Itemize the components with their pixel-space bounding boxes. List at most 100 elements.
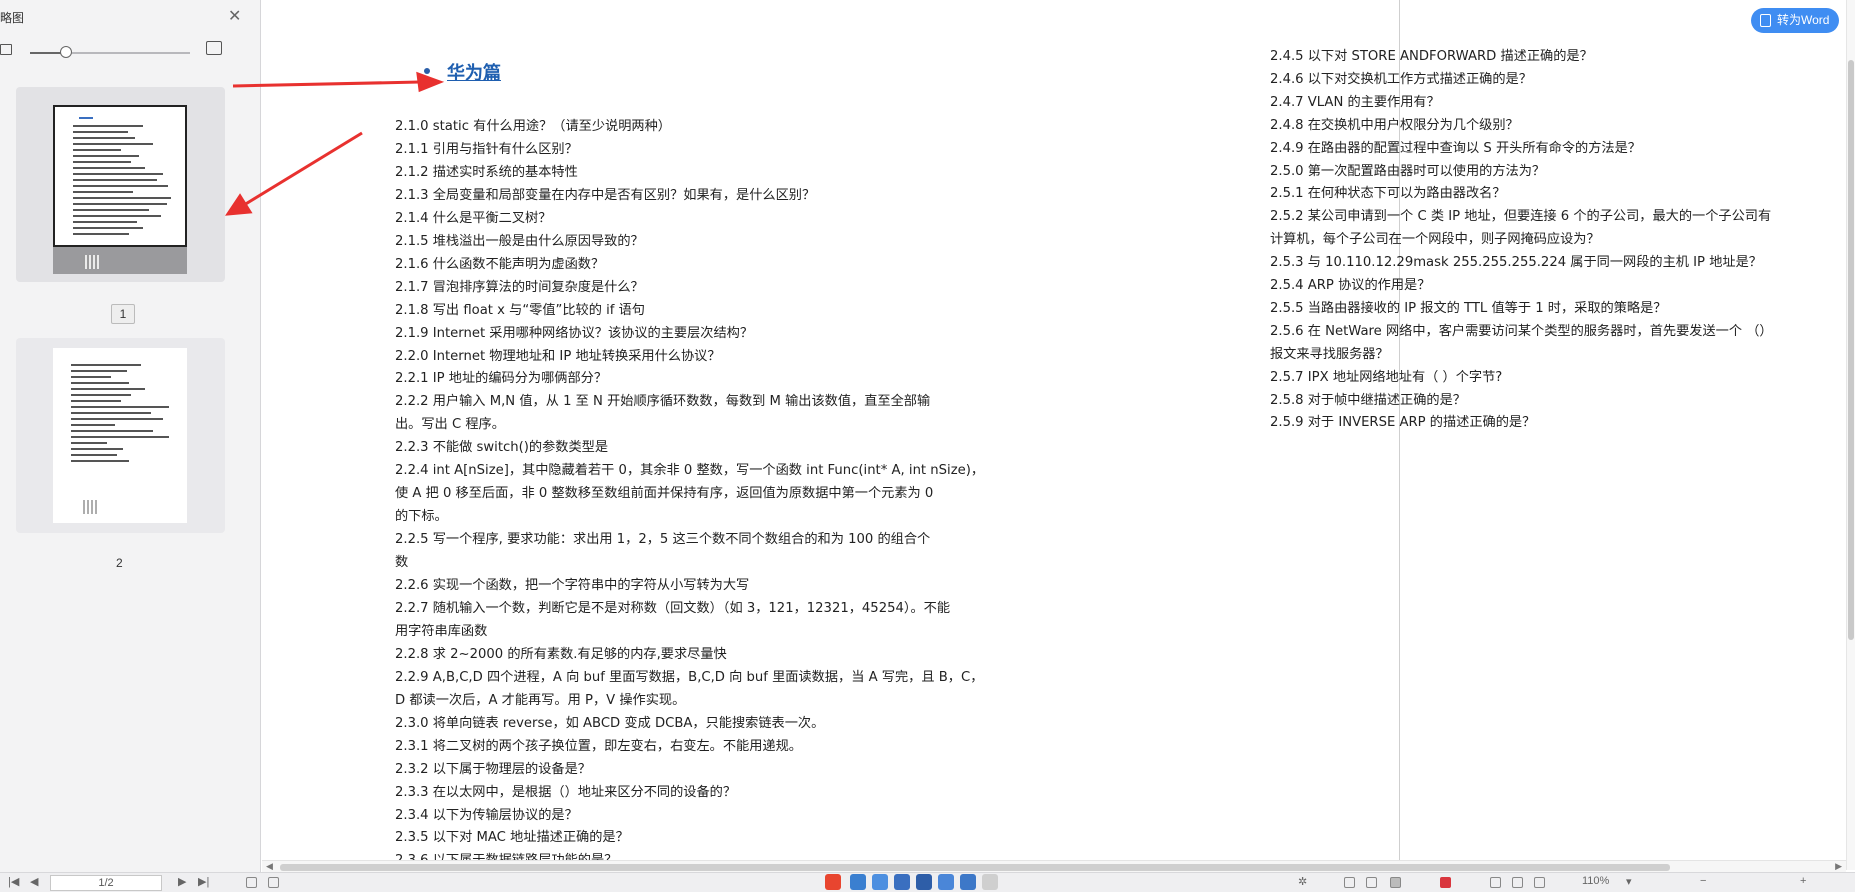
prev-page-icon[interactable]: ◀: [30, 875, 38, 888]
question-line[interactable]: 2.3.3 在以太网中，是根据（）地址来区分不同的设备的？: [395, 781, 736, 800]
zoom-level[interactable]: 110%: [1582, 875, 1609, 887]
question-line[interactable]: 2.1.6 什么函数不能声明为虚函数？: [395, 253, 604, 272]
single-page-view-icon[interactable]: [1344, 877, 1355, 888]
thumb-text-line: [71, 454, 117, 456]
continuous-view-icon[interactable]: [1390, 877, 1401, 888]
app-icon[interactable]: [894, 874, 910, 890]
wps-app-icon[interactable]: [825, 874, 841, 890]
thumbnail-zoom-slider[interactable]: [0, 41, 261, 62]
question-line[interactable]: 2.3.0 将单向链表 reverse，如 ABCD 变成 DCBA，只能搜索链…: [395, 712, 824, 731]
app-icon[interactable]: [960, 874, 976, 890]
question-line[interactable]: 2.4.5 以下对 STORE ANDFORWARD 描述正确的是？: [1270, 45, 1593, 64]
question-line[interactable]: 2.5.0 第一次配置路由器时可以使用的方法为？: [1270, 160, 1545, 179]
question-line[interactable]: 2.5.9 对于 INVERSE ARP 的描述正确的是？: [1270, 411, 1535, 430]
document-icon[interactable]: [1512, 877, 1523, 888]
convert-to-word-label: 转为Word: [1777, 13, 1830, 27]
question-line[interactable]: 2.1.4 什么是平衡二叉树？: [395, 207, 551, 226]
question-line[interactable]: 2.2.2 用户输入 M,N 值，从 1 至 N 开始顺序循环数数，每数到 M …: [395, 390, 930, 409]
document-icon[interactable]: [1490, 877, 1501, 888]
question-line[interactable]: 2.1.3 全局变量和局部变量在内存中是否有区别？如果有，是什么区别？: [395, 184, 815, 203]
document-icon[interactable]: [1534, 877, 1545, 888]
question-line[interactable]: 2.5.5 当路由器接收的 IP 报文的 TTL 值等于 1 时，采取的策略是？: [1270, 297, 1666, 316]
app-icon[interactable]: [916, 874, 932, 890]
document-icon[interactable]: [268, 877, 279, 888]
thumb-text-line: [71, 442, 107, 444]
question-line[interactable]: 出。写出 C 程序。: [395, 413, 505, 432]
question-line[interactable]: 2.2.0 Internet 物理地址和 IP 地址转换采用什么协议？: [395, 345, 721, 364]
question-line[interactable]: 计算机，每个子公司在一个网段中，则子网掩码应设为？: [1270, 228, 1600, 247]
two-page-view-icon[interactable]: [1366, 877, 1377, 888]
question-line[interactable]: 2.5.7 IPX 地址网络地址有（ ）个字节?: [1270, 366, 1502, 385]
question-line[interactable]: 2.3.5 以下对 MAC 地址描述正确的是？: [395, 826, 629, 845]
large-image-icon[interactable]: [206, 41, 222, 55]
zoom-in-icon[interactable]: +: [1800, 875, 1806, 887]
question-line[interactable]: 2.2.5 写一个程序, 要求功能：求出用 1，2，5 这三个数不同个数组合的和…: [395, 528, 930, 547]
question-line[interactable]: 2.1.2 描述实时系统的基本特性: [395, 161, 578, 180]
question-line[interactable]: 2.1.9 Internet 采用哪种网络协议？该协议的主要层次结构？: [395, 322, 753, 341]
question-line[interactable]: 报文来寻找服务器？: [1270, 343, 1389, 362]
zoom-out-icon[interactable]: −: [1700, 875, 1706, 887]
question-line[interactable]: 2.1.5 堆栈溢出一般是由什么原因导致的？: [395, 230, 644, 249]
question-line[interactable]: 2.1.7 冒泡排序算法的时间复杂度是什么？: [395, 276, 644, 295]
close-icon[interactable]: ✕: [228, 6, 241, 26]
next-page-icon[interactable]: ▶: [178, 875, 186, 888]
vertical-scrollbar[interactable]: [1846, 0, 1855, 870]
app-icon[interactable]: [982, 874, 998, 890]
question-line[interactable]: 2.5.1 在何种状态下可以为路由器改名？: [1270, 182, 1506, 201]
question-line[interactable]: 2.2.9 A,B,C,D 四个进程，A 向 buf 里面写数据，B,C,D 向…: [395, 666, 983, 685]
horizontal-scrollbar-thumb[interactable]: [280, 864, 1670, 871]
app-icon[interactable]: [850, 874, 866, 890]
zoom-track[interactable]: [30, 52, 190, 54]
question-line[interactable]: 数: [395, 551, 408, 570]
thumb-text-line: [73, 215, 161, 217]
zoom-dropdown-icon[interactable]: ▾: [1626, 875, 1632, 888]
thumb-text-line: [73, 209, 149, 211]
question-line[interactable]: 2.3.4 以下为传输层协议的是？: [395, 804, 578, 823]
question-line[interactable]: 用字符串库函数: [395, 620, 487, 639]
question-line[interactable]: D 都读一次后，A 才能再写。用 P，V 操作实现。: [395, 689, 685, 708]
small-image-icon[interactable]: [0, 44, 12, 55]
question-line[interactable]: 2.3.2 以下属于物理层的设备是？: [395, 758, 591, 777]
question-line[interactable]: 2.1.8 写出 float x 与“零值”比较的 if 语句: [395, 299, 645, 318]
eye-icon[interactable]: ✲: [1298, 875, 1307, 888]
zoom-slider-handle[interactable]: [60, 46, 72, 58]
question-line[interactable]: 2.5.3 与 10.110.12.29mask 255.255.255.224…: [1270, 251, 1762, 270]
question-line[interactable]: 2.4.9 在路由器的配置过程中查询以 S 开头所有命令的方法是？: [1270, 137, 1641, 156]
question-line[interactable]: 2.2.8 求 2~2000 的所有素数.有足够的内存,要求尽量快: [395, 643, 727, 662]
question-line[interactable]: 2.5.2 某公司申请到一个 C 类 IP 地址，但要连接 6 个的子公司，最大…: [1270, 205, 1771, 224]
document-icon[interactable]: [246, 877, 257, 888]
app-icon[interactable]: [938, 874, 954, 890]
page-thumbnail-2[interactable]: [16, 338, 225, 533]
question-line[interactable]: 2.2.4 int A[nSize]，其中隐藏着若干 0，其余非 0 整数，写一…: [395, 459, 984, 478]
play-icon[interactable]: [1440, 877, 1451, 888]
question-line[interactable]: 2.4.8 在交换机中用户权限分为几个级别？: [1270, 114, 1519, 133]
question-line[interactable]: 2.5.8 对于帧中继描述正确的是？: [1270, 389, 1466, 408]
question-line[interactable]: 的下标。: [395, 505, 448, 524]
last-page-icon[interactable]: ▶|: [198, 875, 209, 888]
question-line[interactable]: 2.2.1 IP 地址的编码分为哪俩部分？: [395, 367, 607, 386]
question-line[interactable]: 2.2.3 不能做 switch()的参数类型是: [395, 436, 608, 455]
page-number-input[interactable]: 1/2: [50, 875, 162, 891]
first-page-icon[interactable]: |◀: [8, 875, 19, 888]
thumb-text-line: [71, 370, 127, 372]
thumb-text-line: [71, 412, 151, 414]
question-line[interactable]: 2.4.6 以下对交换机工作方式描述正确的是？: [1270, 68, 1532, 87]
app-icon[interactable]: [872, 874, 888, 890]
question-line[interactable]: 2.5.6 在 NetWare 网络中，客户需要访问某个类型的服务器时，首先要发…: [1270, 320, 1773, 339]
question-line[interactable]: 使 A 把 0 移至后面，非 0 整数移至数组前面并保持有序，返回值为原数据中第…: [395, 482, 933, 501]
question-line[interactable]: 2.1.1 引用与指针有什么区别？: [395, 138, 578, 157]
scroll-left-icon[interactable]: ◀: [266, 861, 273, 872]
question-line[interactable]: 2.1.0 static 有什么用途？（请至少说明两种）: [395, 115, 671, 134]
thumbnail-page-number: 1: [111, 304, 135, 324]
convert-to-word-button[interactable]: 转为Word: [1751, 8, 1839, 33]
question-line[interactable]: 2.4.7 VLAN 的主要作用有？: [1270, 91, 1440, 110]
question-line[interactable]: 2.5.4 ARP 协议的作用是？: [1270, 274, 1430, 293]
question-line[interactable]: 2.2.7 随机输入一个数，判断它是不是对称数（回文数）（如 3，121，123…: [395, 597, 950, 616]
document-heading[interactable]: 华为篇: [447, 59, 501, 85]
vertical-scrollbar-thumb[interactable]: [1848, 60, 1854, 640]
question-line[interactable]: 2.3.1 将二叉树的两个孩子换位置，即左变右，右变左。不能用递规。: [395, 735, 802, 754]
thumb-text-line: [73, 227, 143, 229]
scroll-right-icon[interactable]: ▶: [1835, 861, 1842, 872]
page-thumbnail-1[interactable]: [16, 87, 225, 282]
question-line[interactable]: 2.2.6 实现一个函数，把一个字符串中的字符从小写转为大写: [395, 574, 749, 593]
